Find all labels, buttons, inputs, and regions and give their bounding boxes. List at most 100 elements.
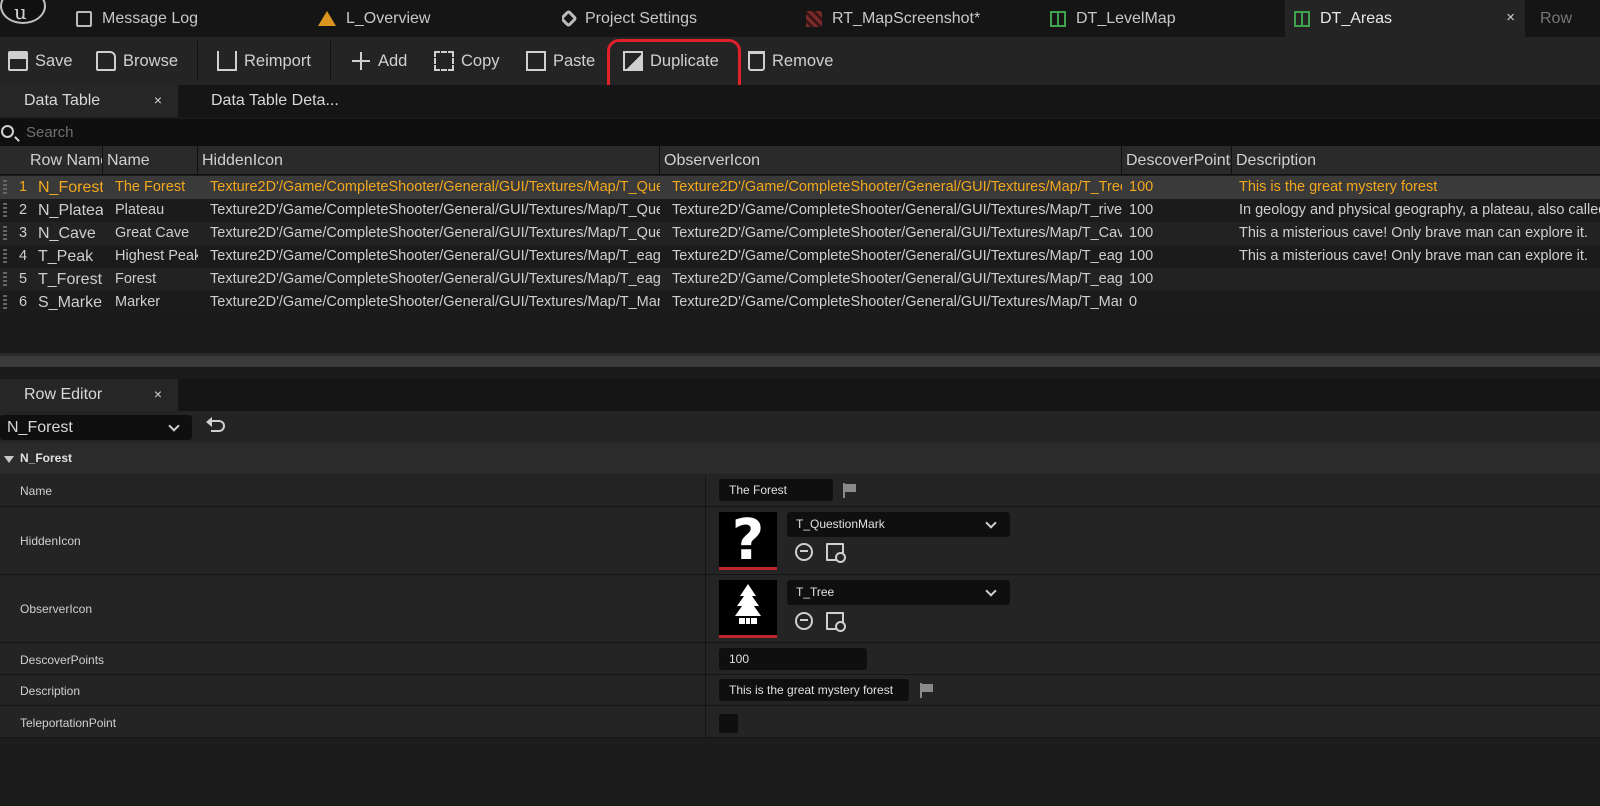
row-name-cell: N_Cave: [38, 225, 96, 242]
panel-splitter[interactable]: [0, 353, 1600, 367]
save-button[interactable]: Save: [8, 37, 73, 85]
level-icon: [318, 11, 336, 26]
observer-icon-thumbnail[interactable]: [719, 580, 777, 638]
tab-label: Row: [1540, 9, 1573, 27]
tab-label: Project Settings: [585, 9, 698, 27]
hidden-icon-cell: Texture2D'/Game/CompleteShooter/General/…: [210, 202, 660, 218]
observer-icon-asset-picker[interactable]: T_Tree: [787, 580, 1010, 605]
close-tab-icon[interactable]: ×: [154, 386, 162, 402]
table-row[interactable]: 3 N_Cave Great Cave Texture2D'/Game/Comp…: [0, 222, 1600, 245]
tab-label: Row Editor: [24, 386, 103, 403]
search-input[interactable]: [26, 122, 626, 142]
descover-points-field[interactable]: 100: [719, 648, 867, 670]
column-header-name[interactable]: Name: [103, 146, 198, 175]
points-cell: 0: [1129, 294, 1138, 310]
name-cell: Forest: [115, 271, 157, 287]
tab-rt-map-screenshot[interactable]: RT_MapScreenshot*: [806, 0, 1006, 37]
drag-handle-icon[interactable]: [3, 226, 7, 241]
remove-button[interactable]: Remove: [748, 37, 833, 85]
browse-to-asset-icon[interactable]: [826, 612, 846, 632]
close-tab-icon[interactable]: ×: [154, 92, 162, 108]
drag-handle-icon[interactable]: [3, 180, 7, 195]
search-bar: [0, 119, 1600, 146]
row-index: 2: [19, 202, 28, 218]
tab-label: DT_Areas: [1320, 9, 1393, 27]
asset-toolbar: Save Browse Reimport Add Copy Paste Dupl…: [0, 37, 1600, 85]
localization-flag-icon[interactable]: [843, 483, 856, 498]
points-cell: 100: [1129, 248, 1154, 264]
undo-icon[interactable]: [206, 417, 225, 432]
duplicate-button[interactable]: Duplicate: [623, 37, 719, 85]
reimport-button[interactable]: Reimport: [217, 37, 311, 85]
tab-row-editor[interactable]: Row Editor ×: [0, 379, 178, 411]
row-name-cell: T_Forest: [38, 271, 103, 288]
browse-button[interactable]: Browse: [96, 37, 178, 85]
drag-handle-icon[interactable]: [3, 203, 7, 218]
save-icon: [8, 51, 28, 71]
column-header-observer-icon[interactable]: ObserverIcon: [660, 146, 1122, 175]
column-header-descover-points[interactable]: DescoverPoints: [1122, 146, 1232, 175]
hidden-icon-thumbnail[interactable]: ?: [719, 508, 777, 573]
paste-button[interactable]: Paste: [526, 37, 595, 85]
name-text-field[interactable]: The Forest: [719, 479, 833, 501]
tab-l-overview[interactable]: L_Overview: [318, 0, 478, 37]
tab-data-table-details[interactable]: Data Table Deta...: [187, 85, 339, 117]
trash-icon: [748, 51, 765, 71]
hidden-icon-asset-picker[interactable]: T_QuestionMark: [787, 512, 1010, 537]
close-tab-icon[interactable]: ×: [1506, 9, 1515, 26]
unreal-logo-icon[interactable]: u: [0, 0, 46, 24]
use-selected-asset-icon[interactable]: [795, 543, 813, 561]
tab-label: Data Table Deta...: [211, 92, 339, 109]
tab-data-table[interactable]: Data Table ×: [0, 85, 178, 117]
paste-icon: [526, 51, 546, 71]
tab-dt-levelmap[interactable]: DT_LevelMap: [1050, 0, 1230, 37]
property-row-teleportation-point: TeleportationPoint: [0, 706, 1600, 738]
add-row-button[interactable]: Add: [351, 37, 407, 85]
table-row[interactable]: 1 N_Forest The Forest Texture2D'/Game/Co…: [0, 176, 1600, 199]
selected-row-value: N_Forest: [7, 419, 73, 436]
tab-row-overflow[interactable]: Row: [1540, 0, 1600, 37]
tab-label: L_Overview: [346, 9, 431, 27]
asset-name: T_QuestionMark: [796, 517, 885, 531]
row-name-cell: N_Forest: [38, 179, 103, 196]
collapse-arrow-icon[interactable]: [4, 456, 14, 463]
tab-message-log[interactable]: Message Log: [76, 0, 236, 37]
table-row[interactable]: 2 N_Plateau Plateau Texture2D'/Game/Comp…: [0, 199, 1600, 222]
row-selector-dropdown[interactable]: N_Forest: [0, 415, 192, 440]
toolbar-divider: [330, 41, 331, 81]
hidden-icon-cell: Texture2D'/Game/CompleteShooter/General/…: [210, 248, 660, 264]
column-header-row-name[interactable]: Row Name: [26, 146, 103, 175]
reimport-icon: [217, 51, 237, 71]
use-selected-asset-icon[interactable]: [795, 612, 813, 630]
description-text-field[interactable]: This is the great mystery forest: [719, 679, 909, 701]
property-label: Description: [20, 684, 81, 698]
column-header-hidden-icon[interactable]: HiddenIcon: [198, 146, 660, 175]
category-header[interactable]: N_Forest: [0, 443, 1600, 474]
drag-handle-icon[interactable]: [3, 295, 7, 310]
row-index: 6: [19, 294, 28, 310]
localization-flag-icon[interactable]: [920, 683, 933, 698]
column-header-description[interactable]: Description: [1232, 146, 1600, 175]
table-row[interactable]: 5 T_Forest Forest Texture2D'/Game/Comple…: [0, 268, 1600, 291]
copy-button[interactable]: Copy: [434, 37, 500, 85]
table-row[interactable]: 4 T_Peak Highest Peak Texture2D'/Game/Co…: [0, 245, 1600, 268]
name-cell: Marker: [115, 294, 161, 310]
hidden-icon-cell: Texture2D'/Game/CompleteShooter/General/…: [210, 271, 660, 287]
browse-to-asset-icon[interactable]: [826, 543, 846, 563]
tab-dt-areas[interactable]: DT_Areas ×: [1285, 0, 1525, 37]
column-divider: [705, 507, 706, 574]
observer-icon-cell: Texture2D'/Game/CompleteShooter/General/…: [672, 202, 1122, 218]
column-divider: [705, 706, 706, 737]
document-tab-bar: u Message Log L_Overview Project Setting…: [0, 0, 1600, 37]
row-name-cell: T_Peak: [38, 248, 94, 265]
row-editor-panel-tabs: Row Editor ×: [0, 379, 1600, 411]
drag-handle-icon[interactable]: [3, 272, 7, 287]
message-log-icon: [76, 10, 92, 27]
row-index: 3: [19, 225, 28, 241]
name-cell: Highest Peak: [115, 248, 198, 264]
teleportation-point-checkbox[interactable]: [719, 714, 738, 733]
table-row[interactable]: 6 S_Marker Marker Texture2D'/Game/Comple…: [0, 291, 1600, 314]
tab-label: Message Log: [102, 9, 199, 27]
drag-handle-icon[interactable]: [3, 249, 7, 264]
tab-project-settings[interactable]: Project Settings: [562, 0, 742, 37]
